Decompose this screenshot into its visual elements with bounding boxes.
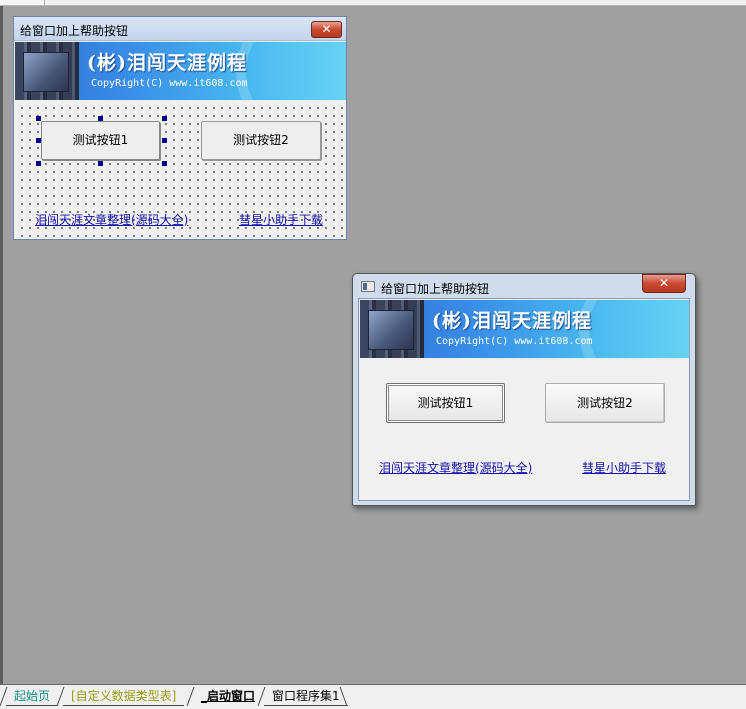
run-form-window[interactable]: 给窗口加上帮助按钮 ✕ (彬)泪闯天涯例程 CopyRight(C) www.i…	[352, 273, 696, 506]
design-link-articles[interactable]: 泪闯天涯文章整理(源码大全)	[35, 211, 188, 228]
design-form-close-button[interactable]: ✕	[311, 21, 342, 38]
run-form-banner-image: (彬)泪闯天涯例程 CopyRight(C) www.it608.com	[360, 300, 689, 358]
design-form-title: 给窗口加上帮助按钮	[20, 24, 129, 38]
banner-boxes-graphic	[15, 42, 79, 100]
run-form-title: 给窗口加上帮助按钮	[381, 282, 490, 296]
top-strip-tab[interactable]	[0, 0, 45, 5]
banner-arc-graphic	[236, 42, 346, 100]
tab-window-module-1[interactable]: 窗口程序集1	[264, 687, 348, 706]
banner-arc-graphic	[579, 300, 689, 358]
design-link-download[interactable]: 彗星小助手下载	[239, 211, 323, 228]
tab-custom-data-types[interactable]: [自定义数据类型表]	[63, 687, 185, 706]
close-icon: ✕	[321, 22, 332, 36]
selection-handle-bottom[interactable]	[98, 161, 103, 166]
banner-copyright: CopyRight(C) www.it608.com	[91, 78, 248, 89]
left-edge	[0, 6, 3, 684]
close-icon: ✕	[658, 276, 670, 290]
run-test-button-2[interactable]: 测试按钮2	[545, 383, 665, 423]
design-test-button-2[interactable]: 测试按钮2	[201, 121, 321, 160]
selection-handle-left[interactable]	[36, 138, 41, 143]
selection-handle-top-left[interactable]	[36, 116, 41, 121]
tab-start-page[interactable]: 起始页	[6, 687, 59, 706]
run-form-client-area: (彬)泪闯天涯例程 CopyRight(C) www.it608.com 测试按…	[358, 298, 690, 501]
window-icon	[361, 281, 375, 292]
design-test-button-1[interactable]: 测试按钮1	[41, 121, 160, 160]
design-form-window[interactable]: 给窗口加上帮助按钮 ✕ (彬)泪闯天涯例程 CopyRight(C) www.i…	[13, 16, 347, 240]
run-form-close-button[interactable]: ✕	[642, 274, 686, 293]
bottom-tab-strip: 起始页 [自定义数据类型表] _启动窗口 窗口程序集1	[0, 684, 746, 709]
selection-handle-top-right[interactable]	[162, 116, 167, 121]
banner-title: (彬)泪闯天涯例程	[87, 52, 247, 74]
selection-handle-bottom-left[interactable]	[36, 161, 41, 166]
design-form-grid-canvas[interactable]: 测试按钮1 测试按钮2 泪闯天涯文章整理(源码大全) 彗星小助手下载	[15, 101, 346, 239]
design-form-banner-image[interactable]: (彬)泪闯天涯例程 CopyRight(C) www.it608.com	[15, 42, 346, 100]
selection-handle-right[interactable]	[162, 138, 167, 143]
top-strip	[0, 0, 746, 6]
run-test-button-1[interactable]: 测试按钮1	[386, 383, 505, 423]
tab-startup-window[interactable]: _启动窗口	[193, 687, 263, 706]
design-form-titlebar[interactable]: 给窗口加上帮助按钮 ✕	[14, 17, 346, 41]
selection-handle-bottom-right[interactable]	[162, 161, 167, 166]
banner-boxes-graphic	[360, 300, 424, 358]
banner-title: (彬)泪闯天涯例程	[432, 310, 592, 332]
run-link-articles[interactable]: 泪闯天涯文章整理(源码大全)	[379, 459, 532, 476]
banner-copyright: CopyRight(C) www.it608.com	[436, 336, 593, 347]
selection-handle-top[interactable]	[98, 116, 103, 121]
designer-workspace[interactable]: 给窗口加上帮助按钮 ✕ (彬)泪闯天涯例程 CopyRight(C) www.i…	[0, 0, 746, 709]
run-link-download[interactable]: 彗星小助手下载	[582, 459, 666, 476]
